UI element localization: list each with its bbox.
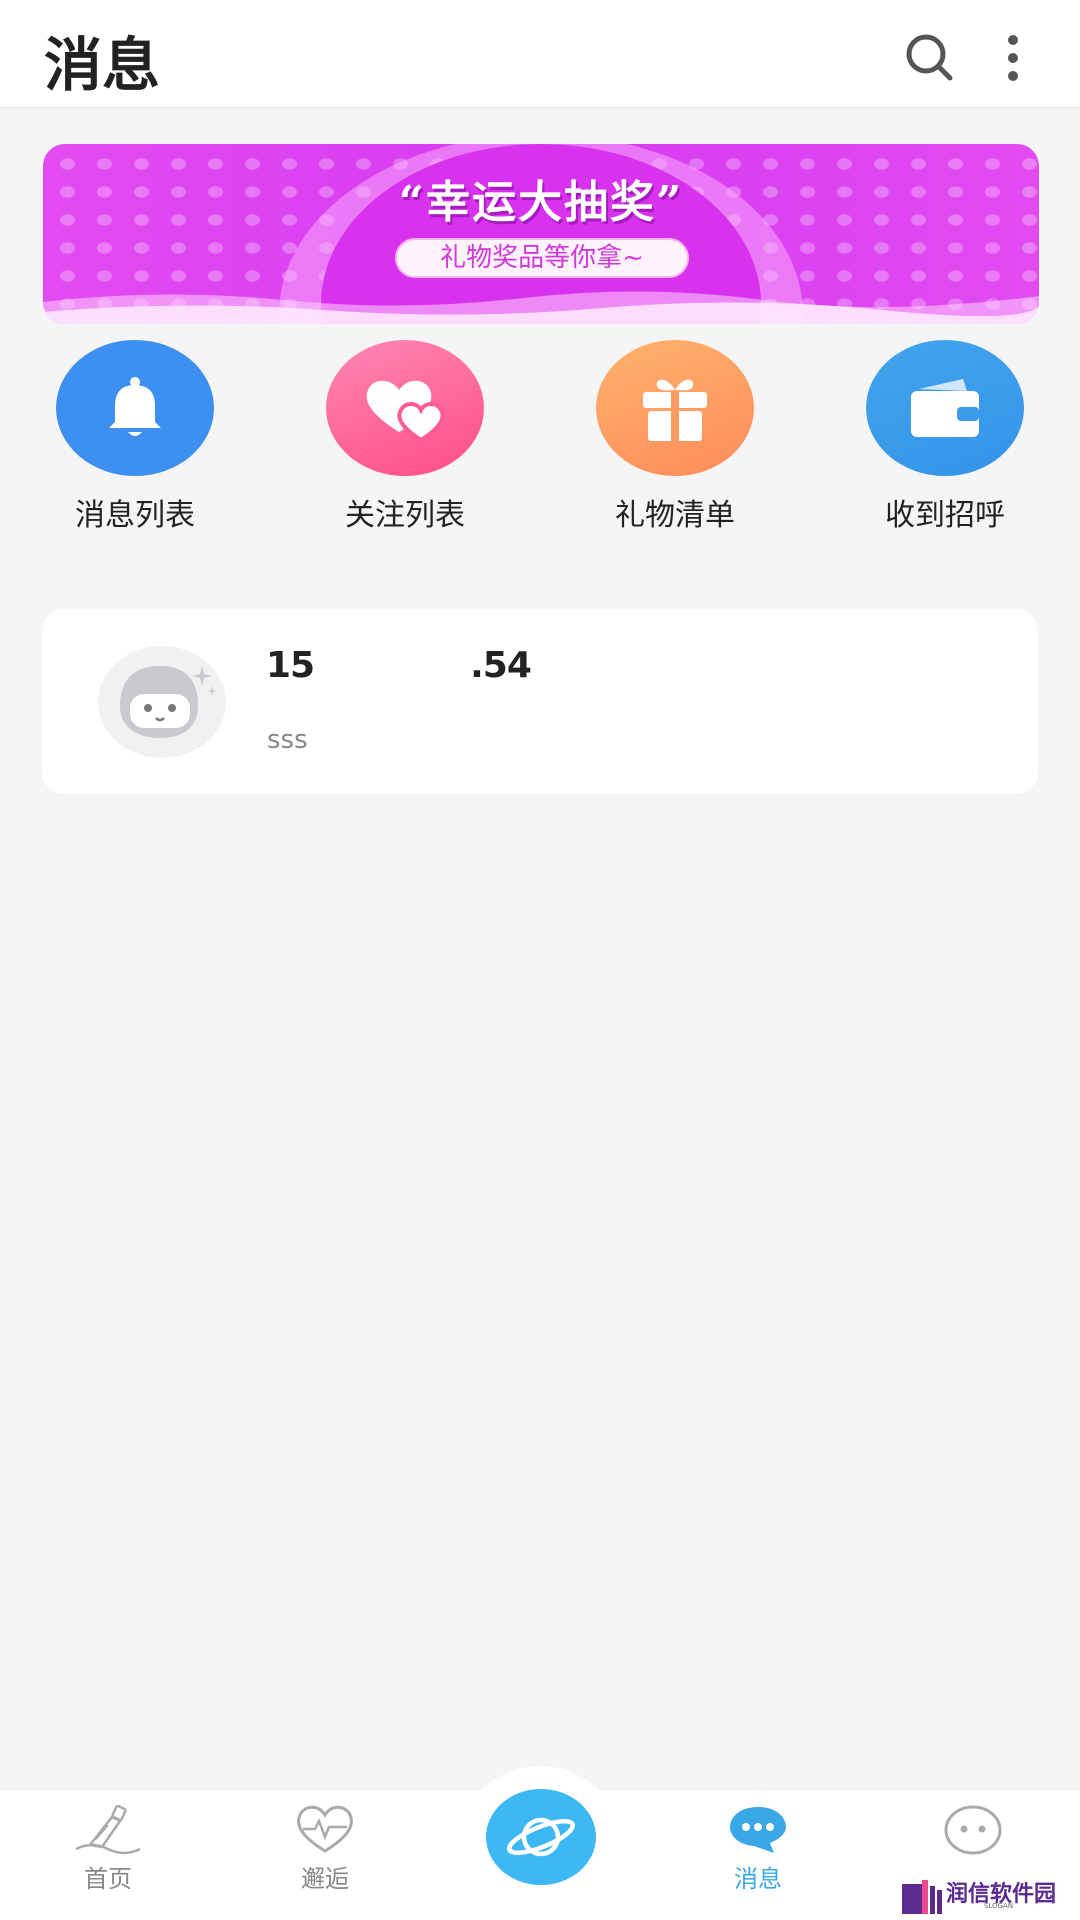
shortcut-message-list[interactable]: 消息列表 (35, 340, 235, 534)
conversation-item[interactable]: 15.54 sss (42, 609, 1038, 794)
tab-profile[interactable] (913, 1803, 1033, 1859)
planet-icon (507, 1817, 575, 1857)
tab-label: 邂逅 (301, 1865, 349, 1893)
more-options-icon[interactable] (985, 30, 1041, 86)
top-bar: 消息 (0, 0, 1080, 108)
lottery-banner[interactable]: “幸运大抽奖” 礼物奖品等你拿~ (43, 144, 1039, 324)
tab-label: 首页 (84, 1865, 132, 1893)
tab-discover-center-button[interactable] (486, 1789, 596, 1885)
shortcut-label: 关注列表 (345, 498, 465, 533)
conversation-name-end: .54 (470, 645, 532, 686)
shortcut-follow-list[interactable]: 关注列表 (305, 340, 505, 534)
shortcut-circle (56, 340, 214, 476)
shortcut-greetings[interactable]: 收到招呼 (845, 340, 1045, 534)
tab-label: 消息 (734, 1865, 782, 1893)
default-avatar-icon (120, 666, 217, 738)
shortcut-gift-list[interactable]: 礼物清单 (575, 340, 775, 534)
face-icon (944, 1805, 1002, 1855)
shortcut-label: 收到招呼 (885, 498, 1005, 533)
watermark-building-icon (902, 1880, 942, 1914)
tab-home[interactable]: 首页 (48, 1803, 168, 1894)
banner-title: “幸运大抽奖” (398, 177, 684, 228)
banner-subtitle: 礼物奖品等你拿~ (395, 238, 689, 278)
shortcut-circle (326, 340, 484, 476)
page-title: 消息 (44, 31, 161, 99)
tab-encounter[interactable]: 邂逅 (265, 1803, 385, 1894)
bell-icon (109, 377, 161, 436)
shortcut-circle (866, 340, 1024, 476)
shortcut-circle (596, 340, 754, 476)
conversation-last-message: sss (267, 725, 308, 755)
gift-icon (643, 379, 707, 441)
heartbeat-icon (297, 1805, 353, 1853)
watermark-sub: SLOGAN (984, 1902, 1014, 1910)
shortcut-label: 消息列表 (75, 498, 195, 533)
search-icon[interactable] (902, 30, 958, 86)
tab-messages[interactable]: 消息 (698, 1803, 818, 1894)
banner-wave (43, 291, 1039, 324)
chat-bubble-icon (730, 1807, 786, 1853)
shortcut-label: 礼物清单 (615, 498, 735, 533)
bottle-icon (75, 1804, 141, 1855)
hearts-icon (366, 380, 445, 443)
wallet-icon (911, 379, 979, 437)
conversation-name-start: 15 (266, 645, 315, 686)
avatar (98, 646, 226, 758)
watermark-logo: 润信软件园 SLOGAN (900, 1876, 1070, 1916)
conversation-name: 15.54 (266, 645, 532, 686)
